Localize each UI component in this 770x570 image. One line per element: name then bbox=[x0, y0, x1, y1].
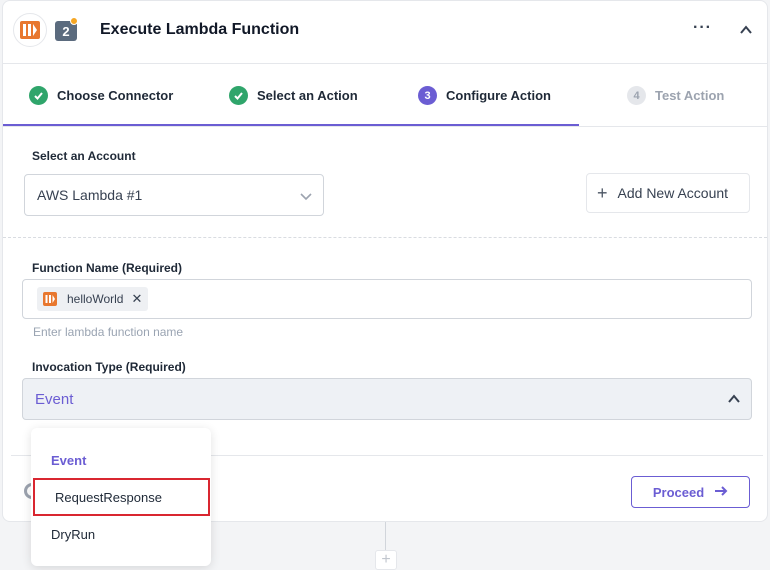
warning-dot-icon bbox=[70, 17, 78, 25]
flow-connector-line bbox=[385, 522, 386, 552]
dropdown-option-requestresponse[interactable]: RequestResponse bbox=[33, 478, 210, 516]
tab-label: Configure Action bbox=[446, 88, 551, 103]
step-number-icon: 3 bbox=[418, 86, 437, 105]
add-new-account-button[interactable]: + Add New Account bbox=[586, 173, 750, 213]
plus-icon: + bbox=[597, 182, 608, 203]
chevron-up-icon bbox=[727, 392, 741, 410]
step-number-icon: 4 bbox=[627, 86, 646, 105]
account-label: Select an Account bbox=[32, 149, 136, 163]
invocation-type-select[interactable]: Event bbox=[22, 378, 752, 420]
card-header: 2 Execute Lambda Function ··· bbox=[3, 1, 767, 63]
section-divider bbox=[3, 237, 767, 238]
function-chip-label: helloWorld bbox=[67, 292, 124, 306]
invocation-type-value: Event bbox=[35, 390, 74, 408]
dropdown-option-event[interactable]: Event bbox=[31, 441, 211, 479]
invocation-type-dropdown: Event RequestResponse DryRun bbox=[31, 428, 211, 566]
function-name-label: Function Name (Required) bbox=[32, 261, 183, 275]
tab-configure-action[interactable]: 3 Configure Action bbox=[418, 64, 551, 127]
account-select[interactable]: AWS Lambda #1 bbox=[24, 174, 324, 216]
tab-test-action[interactable]: 4 Test Action bbox=[627, 64, 724, 127]
function-name-hint: Enter lambda function name bbox=[33, 325, 184, 339]
add-step-plus-icon[interactable]: + bbox=[375, 550, 397, 570]
tab-label: Select an Action bbox=[257, 88, 358, 103]
account-select-value: AWS Lambda #1 bbox=[37, 187, 143, 203]
tab-label: Choose Connector bbox=[57, 88, 174, 103]
check-icon bbox=[229, 86, 248, 105]
step-tabs: Choose Connector Select an Action 3 Conf… bbox=[3, 63, 767, 127]
more-options-icon[interactable]: ··· bbox=[693, 19, 712, 37]
chevron-up-icon[interactable] bbox=[737, 21, 755, 39]
aws-lambda-icon bbox=[41, 290, 59, 308]
function-name-input[interactable]: helloWorld ✕ bbox=[22, 279, 752, 319]
tab-label: Test Action bbox=[655, 88, 725, 103]
function-chip: helloWorld ✕ bbox=[37, 287, 149, 311]
chevron-down-icon bbox=[299, 189, 313, 206]
card-title: Execute Lambda Function bbox=[100, 21, 300, 38]
add-new-account-label: Add New Account bbox=[617, 185, 729, 201]
close-icon[interactable]: ✕ bbox=[131, 291, 142, 307]
proceed-button[interactable]: Proceed bbox=[631, 476, 750, 508]
aws-lambda-logo bbox=[13, 13, 47, 47]
check-icon bbox=[29, 86, 48, 105]
active-tab-indicator bbox=[3, 124, 579, 126]
arrow-right-icon bbox=[714, 485, 728, 500]
invocation-type-label: Invocation Type (Required) bbox=[32, 360, 186, 374]
tab-select-action[interactable]: Select an Action bbox=[229, 64, 358, 127]
dropdown-option-dryrun[interactable]: DryRun bbox=[31, 515, 211, 553]
tab-choose-connector[interactable]: Choose Connector bbox=[29, 64, 173, 127]
proceed-label: Proceed bbox=[652, 484, 705, 500]
